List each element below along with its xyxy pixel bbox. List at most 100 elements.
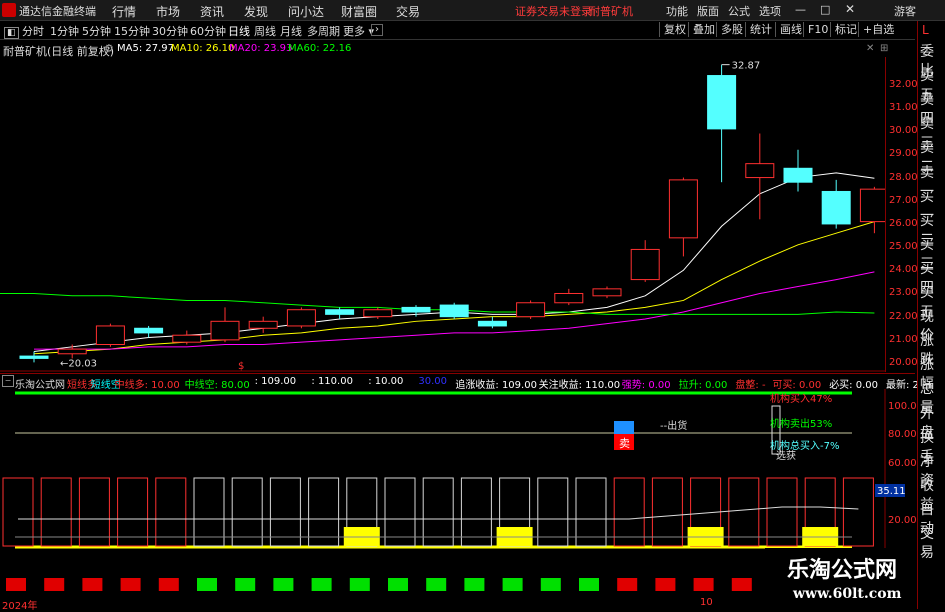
year-label: 2024年 [2, 601, 38, 612]
period-tab-60min[interactable]: 60分钟 [190, 23, 226, 39]
period-tab-15min[interactable]: 15分钟 [114, 23, 150, 39]
chuhuo-label: --出货 [660, 419, 687, 432]
ind-signal-square [82, 578, 103, 591]
menu-item-function[interactable]: 功能 [666, 3, 688, 19]
menu-item-market[interactable]: 市场 [156, 3, 180, 20]
guest-label[interactable]: 游客 [894, 3, 916, 19]
indicator-toggle-icon[interactable]: − [2, 375, 14, 387]
tool-add-favorite[interactable]: +自选 [858, 22, 898, 37]
candle[interactable] [439, 302, 469, 319]
candle[interactable] [134, 325, 164, 338]
close-icon[interactable]: ✕ [845, 2, 855, 16]
period-tab-monthly[interactable]: 月线 [280, 23, 302, 39]
tool-mark[interactable]: 标记 [830, 22, 861, 37]
menu-item-layout[interactable]: 版面 [697, 3, 719, 19]
ind-white-line [18, 506, 859, 520]
tool-stats[interactable]: 统计 [745, 22, 776, 37]
tool-f10[interactable]: F10 [803, 22, 832, 37]
settings-gear-icon[interactable]: ⚙ [104, 42, 114, 55]
login-notice[interactable]: 证券交易未登录 [515, 3, 592, 19]
ind-signal-square [349, 578, 370, 591]
app-logo-icon [2, 3, 16, 17]
watermark: 乐淘公式网 www.60lt.com [765, 548, 917, 609]
chart-expand-icon[interactable]: ⊞ [880, 43, 888, 54]
candle-body [401, 306, 431, 313]
candle[interactable] [477, 316, 507, 329]
period-tab-timeshare[interactable]: ◧ 分时 [4, 23, 44, 39]
candle[interactable] [554, 288, 584, 306]
jigou-sell-label: 机构卖出53% [770, 417, 832, 430]
candle[interactable] [745, 133, 775, 220]
menu-item-ask[interactable]: 问小达 [288, 3, 324, 20]
menu-item-quotes[interactable]: 行情 [112, 3, 136, 20]
menu-item-options[interactable]: 选项 [759, 3, 781, 19]
expand-icon[interactable]: › [371, 24, 383, 36]
ma5-label: MA5: 27.97 [117, 43, 175, 54]
candle-body [745, 163, 775, 179]
tool-adjust[interactable]: 复权 [659, 22, 690, 37]
period-tab-multi[interactable]: 多周期 [307, 23, 340, 39]
maximize-icon[interactable]: □ [820, 3, 830, 16]
menu-item-wealth[interactable]: 财富圈 [341, 3, 377, 20]
candle[interactable] [172, 330, 202, 345]
watermark-url: www.60lt.com [793, 586, 902, 602]
ma-line-ma60 [0, 292, 875, 315]
ind-column [460, 477, 492, 547]
candle[interactable] [821, 179, 851, 229]
period-tab-daily[interactable]: 日线 [228, 23, 250, 39]
candlestick-chart[interactable]: 32.87 ←20.03 $ [0, 57, 885, 372]
sell-label: 卖 [619, 437, 630, 450]
period-tab-weekly[interactable]: 周线 [254, 23, 276, 39]
candle[interactable] [248, 316, 278, 333]
period-tab-30min[interactable]: 30分钟 [152, 23, 188, 39]
menu-item-discover[interactable]: 发现 [244, 3, 268, 20]
candle-body [57, 348, 87, 355]
sidebar-item[interactable]: 交易 [920, 525, 945, 563]
ind-axis-label: 80.00 [888, 429, 917, 440]
indicator-field: 30.00 [418, 376, 448, 387]
candle[interactable] [783, 149, 813, 192]
price-axis-label: 21.00 [889, 333, 918, 345]
ind-signal-square [311, 578, 332, 591]
ind-column [537, 477, 569, 547]
xuanzhe-label: 选获 [776, 449, 796, 462]
minimize-icon[interactable]: — [795, 3, 806, 16]
candle[interactable] [630, 240, 660, 282]
candle[interactable] [286, 307, 316, 329]
sidebar-l-label[interactable]: L [922, 23, 929, 37]
period-toolbar: ◧ 分时 1分钟 5分钟 15分钟 30分钟 60分钟 日线 周线 月线 多周期… [0, 21, 915, 40]
price-axis-label: 30.00 [889, 125, 918, 137]
candle-body [172, 334, 202, 343]
menu-item-trade[interactable]: 交易 [396, 3, 420, 20]
period-tab-more[interactable]: 更多 ▾ [343, 23, 374, 39]
candle[interactable] [592, 286, 622, 299]
ind-column [193, 477, 225, 547]
ind-signal-square [731, 578, 752, 591]
candle[interactable] [516, 300, 546, 319]
ind-column [651, 477, 683, 547]
ind-column [842, 477, 874, 547]
period-tab-5min[interactable]: 5分钟 [82, 23, 111, 39]
chart-close-icon[interactable]: ✕ [866, 43, 874, 54]
tool-overlay[interactable]: 叠加 [688, 22, 719, 37]
tool-multistock[interactable]: 多股 [716, 22, 747, 37]
candle[interactable] [95, 323, 125, 347]
candle[interactable] [668, 177, 698, 257]
tool-draw[interactable]: 画线 [775, 22, 806, 37]
candle-body [783, 167, 813, 183]
ma-line-ma5 [33, 172, 875, 352]
right-sidebar: L 委比 卖五 卖四 卖三 卖二 卖一 买一 买二 买三 买四 买五 现价 涨跌 涨幅 总量 外盘 换手 净资 收益… [917, 21, 945, 609]
candle-body [668, 179, 698, 239]
period-tab-1min[interactable]: 1分钟 [50, 23, 79, 39]
candle[interactable] [707, 64, 737, 183]
menu-item-formula[interactable]: 公式 [728, 3, 750, 19]
candle[interactable] [210, 307, 240, 343]
price-axis-label: 31.00 [889, 102, 918, 113]
candle[interactable] [859, 186, 885, 234]
app-title: 通达信金融终端 [19, 5, 96, 18]
candle[interactable] [57, 344, 87, 359]
menu-item-news[interactable]: 资讯 [200, 3, 224, 20]
month-label: 10 [700, 597, 713, 608]
candle[interactable] [325, 307, 355, 319]
candle-body [363, 309, 393, 318]
